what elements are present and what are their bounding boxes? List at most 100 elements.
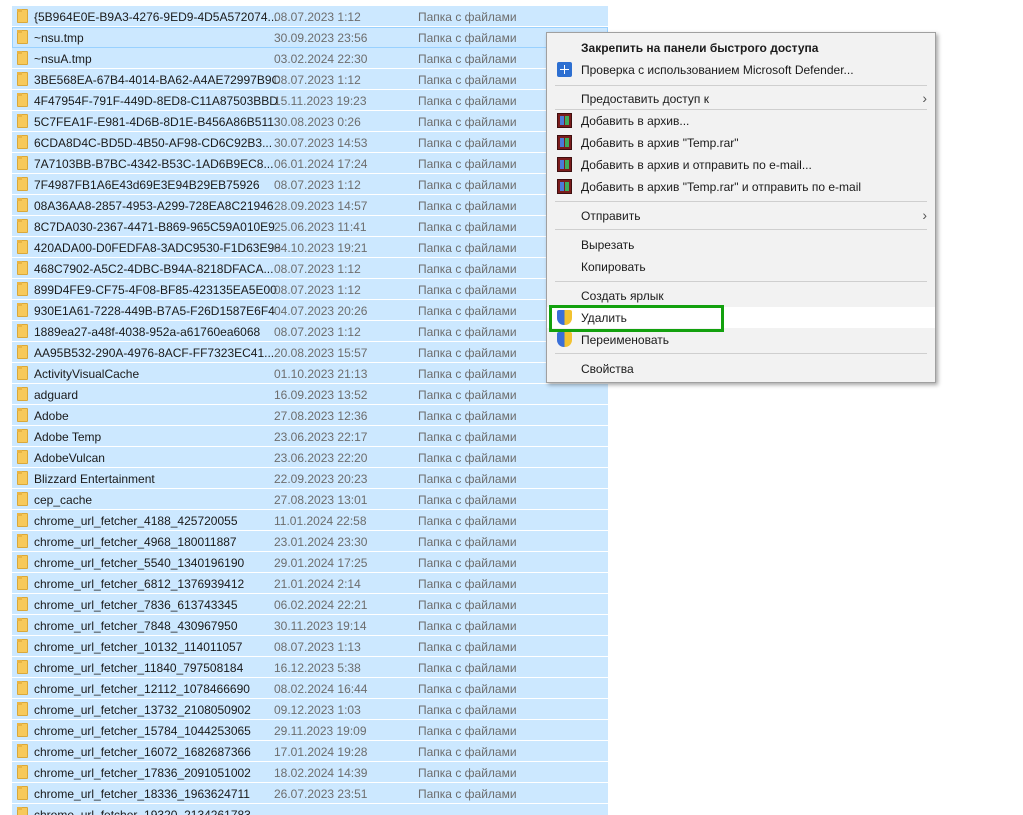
- file-row[interactable]: chrome_url_fetcher_16072_1682687366 17.01…: [12, 741, 608, 762]
- menu-item-copy[interactable]: Копировать: [547, 256, 935, 277]
- file-name: 08A36AA8-2857-4953-A299-728EA8C21946: [34, 199, 274, 213]
- file-row[interactable]: 930E1A61-7228-449B-B7A5-F26D1587E6F4 04.0…: [12, 300, 608, 321]
- file-row[interactable]: cep_cache 27.08.2023 13:01 Папка с файлами: [12, 489, 608, 510]
- menu-item-label: Копировать: [581, 260, 646, 274]
- folder-icon: [17, 618, 28, 632]
- file-date: 21.01.2024 2:14: [274, 577, 361, 591]
- file-date: 29.11.2023 19:09: [274, 724, 367, 738]
- file-date: 28.09.2023 14:57: [274, 199, 368, 213]
- file-name: chrome_url_fetcher_4968_180011887: [34, 535, 237, 549]
- file-row[interactable]: chrome_url_fetcher_6812_1376939412 21.01.…: [12, 573, 608, 594]
- file-row[interactable]: chrome_url_fetcher_4188_425720055 11.01.2…: [12, 510, 608, 531]
- file-row[interactable]: 6CDA8D4C-BD5D-4B50-AF98-CD6C92B3... 30.07…: [12, 132, 608, 153]
- file-type: Папка с файлами: [418, 619, 517, 633]
- file-row[interactable]: {5B964E0E-B9A3-4276-9ED9-4D5A572074... 08…: [12, 6, 608, 27]
- file-type: Папка с файлами: [418, 73, 517, 87]
- file-row[interactable]: ~nsuA.tmp 03.02.2024 22:30 Папка с файлами: [12, 48, 608, 69]
- file-date: 17.01.2024 19:28: [274, 745, 368, 759]
- file-row[interactable]: Adobe 27.08.2023 12:36 Папка с файлами: [12, 405, 608, 426]
- file-row[interactable]: AA95B532-290A-4976-8ACF-FF7323EC41... 20.…: [12, 342, 608, 363]
- menu-item-send-to[interactable]: Отправить ›: [547, 205, 935, 226]
- file-name: 7F4987FB1A6E43d69E3E94B29EB75926: [34, 178, 260, 192]
- menu-item-add-temp-rar-email[interactable]: Добавить в архив "Temp.rar" и отправить …: [547, 176, 935, 197]
- folder-icon: [17, 576, 28, 590]
- menu-item-label: Вырезать: [581, 238, 635, 252]
- file-row[interactable]: Blizzard Entertainment 22.09.2023 20:23 Па…: [12, 468, 608, 489]
- file-type: Папка с файлами: [418, 94, 517, 108]
- file-row[interactable]: chrome_url_fetcher_10132_114011057 08.07.…: [12, 636, 608, 657]
- file-row[interactable]: chrome_url_fetcher_7848_430967950 30.11.2…: [12, 615, 608, 636]
- file-date: 04.07.2023 20:26: [274, 304, 368, 318]
- folder-icon: [17, 198, 28, 212]
- file-row[interactable]: chrome_url_fetcher_11840_797508184 16.12.…: [12, 657, 608, 678]
- file-row[interactable]: chrome_url_fetcher_13732_2108050902 09.12…: [12, 699, 608, 720]
- file-row[interactable]: chrome_url_fetcher_17836_2091051002 18.02…: [12, 762, 608, 783]
- file-type: Папка с файлами: [418, 136, 517, 150]
- file-date: 09.12.2023 1:03: [274, 703, 361, 717]
- file-type: Папка с файлами: [418, 745, 517, 759]
- file-name: Blizzard Entertainment: [34, 472, 155, 486]
- file-row[interactable]: 5C7FEA1F-E981-4D6B-8D1E-B456A86B5113 30.0…: [12, 111, 608, 132]
- file-row[interactable]: 4F47954F-791F-449D-8ED8-C11A87503BBD 15.1…: [12, 90, 608, 111]
- folder-icon: [17, 534, 28, 548]
- file-name: chrome_url_fetcher_7836_613743345: [34, 598, 238, 612]
- file-row[interactable]: 3BE568EA-67B4-4014-BA62-A4AE72997B9C 08.0…: [12, 69, 608, 90]
- file-name: ActivityVisualCache: [34, 367, 140, 381]
- file-row[interactable]: ~nsu.tmp 30.09.2023 23:56 Папка с файлами: [12, 27, 608, 48]
- folder-icon: [17, 765, 28, 779]
- file-row[interactable]: 08A36AA8-2857-4953-A299-728EA8C21946 28.0…: [12, 195, 608, 216]
- file-row[interactable]: 8C7DA030-2367-4471-B869-965C59A010E9 25.0…: [12, 216, 608, 237]
- file-row[interactable]: chrome_url_fetcher_5540_1340196190 29.01.…: [12, 552, 608, 573]
- menu-item-label: Переименовать: [581, 333, 669, 347]
- file-name: chrome_url_fetcher_12112_1078466690: [34, 682, 250, 696]
- folder-icon: [17, 639, 28, 653]
- menu-item-rename[interactable]: Переименовать: [547, 329, 935, 350]
- menu-item-add-archive[interactable]: Добавить в архив...: [547, 110, 935, 131]
- menu-item-defender-scan[interactable]: Проверка с использованием Microsoft Defe…: [547, 59, 935, 80]
- menu-item-pin-quick-access[interactable]: Закрепить на панели быстрого доступа: [547, 37, 935, 58]
- file-type: Папка с файлами: [418, 388, 517, 402]
- file-type: Папка с файлами: [418, 367, 517, 381]
- winrar-icon: [557, 157, 572, 172]
- menu-item-create-shortcut[interactable]: Создать ярлык: [547, 285, 935, 306]
- file-row[interactable]: AdobeVulcan 23.06.2023 22:20 Папка с файла…: [12, 447, 608, 468]
- folder-icon: [17, 72, 28, 86]
- file-date: 20.08.2023 15:57: [274, 346, 368, 360]
- menu-item-cut[interactable]: Вырезать: [547, 234, 935, 255]
- folder-icon: [17, 513, 28, 527]
- file-row[interactable]: adguard 16.09.2023 13:52 Папка с файлами: [12, 384, 608, 405]
- folder-icon: [17, 786, 28, 800]
- file-row[interactable]: Adobe Temp 23.06.2023 22:17 Папка с файлам…: [12, 426, 608, 447]
- folder-icon: [17, 492, 28, 506]
- file-row[interactable]: chrome_url_fetcher_15784_1044253065 29.11…: [12, 720, 608, 741]
- menu-item-label: Создать ярлык: [581, 289, 664, 303]
- file-row[interactable]: 468C7902-A5C2-4DBC-B94A-8218DFACA... 08.0…: [12, 258, 608, 279]
- file-row[interactable]: 7F4987FB1A6E43d69E3E94B29EB75926 08.07.20…: [12, 174, 608, 195]
- file-date: 30.09.2023 23:56: [274, 31, 368, 45]
- menu-item-properties[interactable]: Свойства: [547, 358, 935, 379]
- file-name: 899D4FE9-CF75-4F08-BF85-423135EA5E00: [34, 283, 277, 297]
- folder-icon: [17, 744, 28, 758]
- file-row[interactable]: chrome_url_fetcher_4968_180011887 23.01.2…: [12, 531, 608, 552]
- file-date: 26.07.2023 23:51: [274, 787, 368, 801]
- file-row[interactable]: chrome_url_fetcher_18336_1963624711 26.07…: [12, 783, 608, 804]
- file-row[interactable]: 7A7103BB-B7BC-4342-B53C-1AD6B9EC8... 06.0…: [12, 153, 608, 174]
- menu-item-share[interactable]: Предоставить доступ к ›: [547, 88, 935, 109]
- file-row[interactable]: chrome_url_fetcher_7836_613743345 06.02.2…: [12, 594, 608, 615]
- menu-item-add-archive-email[interactable]: Добавить в архив и отправить по e-mail..…: [547, 154, 935, 175]
- file-date: 01.10.2023 21:13: [274, 367, 368, 381]
- file-row[interactable]: 420ADA00-D0FEDFA8-3ADC9530-F1D63E98 04.10…: [12, 237, 608, 258]
- menu-item-add-temp-rar[interactable]: Добавить в архив "Temp.rar": [547, 132, 935, 153]
- file-row[interactable]: 1889ea27-a48f-4038-952a-a61760ea6068 08.0…: [12, 321, 608, 342]
- file-name: cep_cache: [34, 493, 93, 507]
- file-row[interactable]: ActivityVisualCache 01.10.2023 21:13 Папка…: [12, 363, 608, 384]
- file-date: 06.02.2024 22:21: [274, 598, 368, 612]
- file-row[interactable]: 899D4FE9-CF75-4F08-BF85-423135EA5E00 08.0…: [12, 279, 608, 300]
- file-name: 1889ea27-a48f-4038-952a-a61760ea6068: [34, 325, 261, 339]
- file-row[interactable]: chrome_url_fetcher_12112_1078466690 08.02…: [12, 678, 608, 699]
- file-date: 23.06.2023 22:17: [274, 430, 368, 444]
- folder-icon: [17, 807, 28, 815]
- folder-icon: [17, 177, 28, 191]
- folder-icon: [17, 387, 28, 401]
- file-row[interactable]: chrome_url_fetcher_19320_2134261783: [12, 804, 608, 815]
